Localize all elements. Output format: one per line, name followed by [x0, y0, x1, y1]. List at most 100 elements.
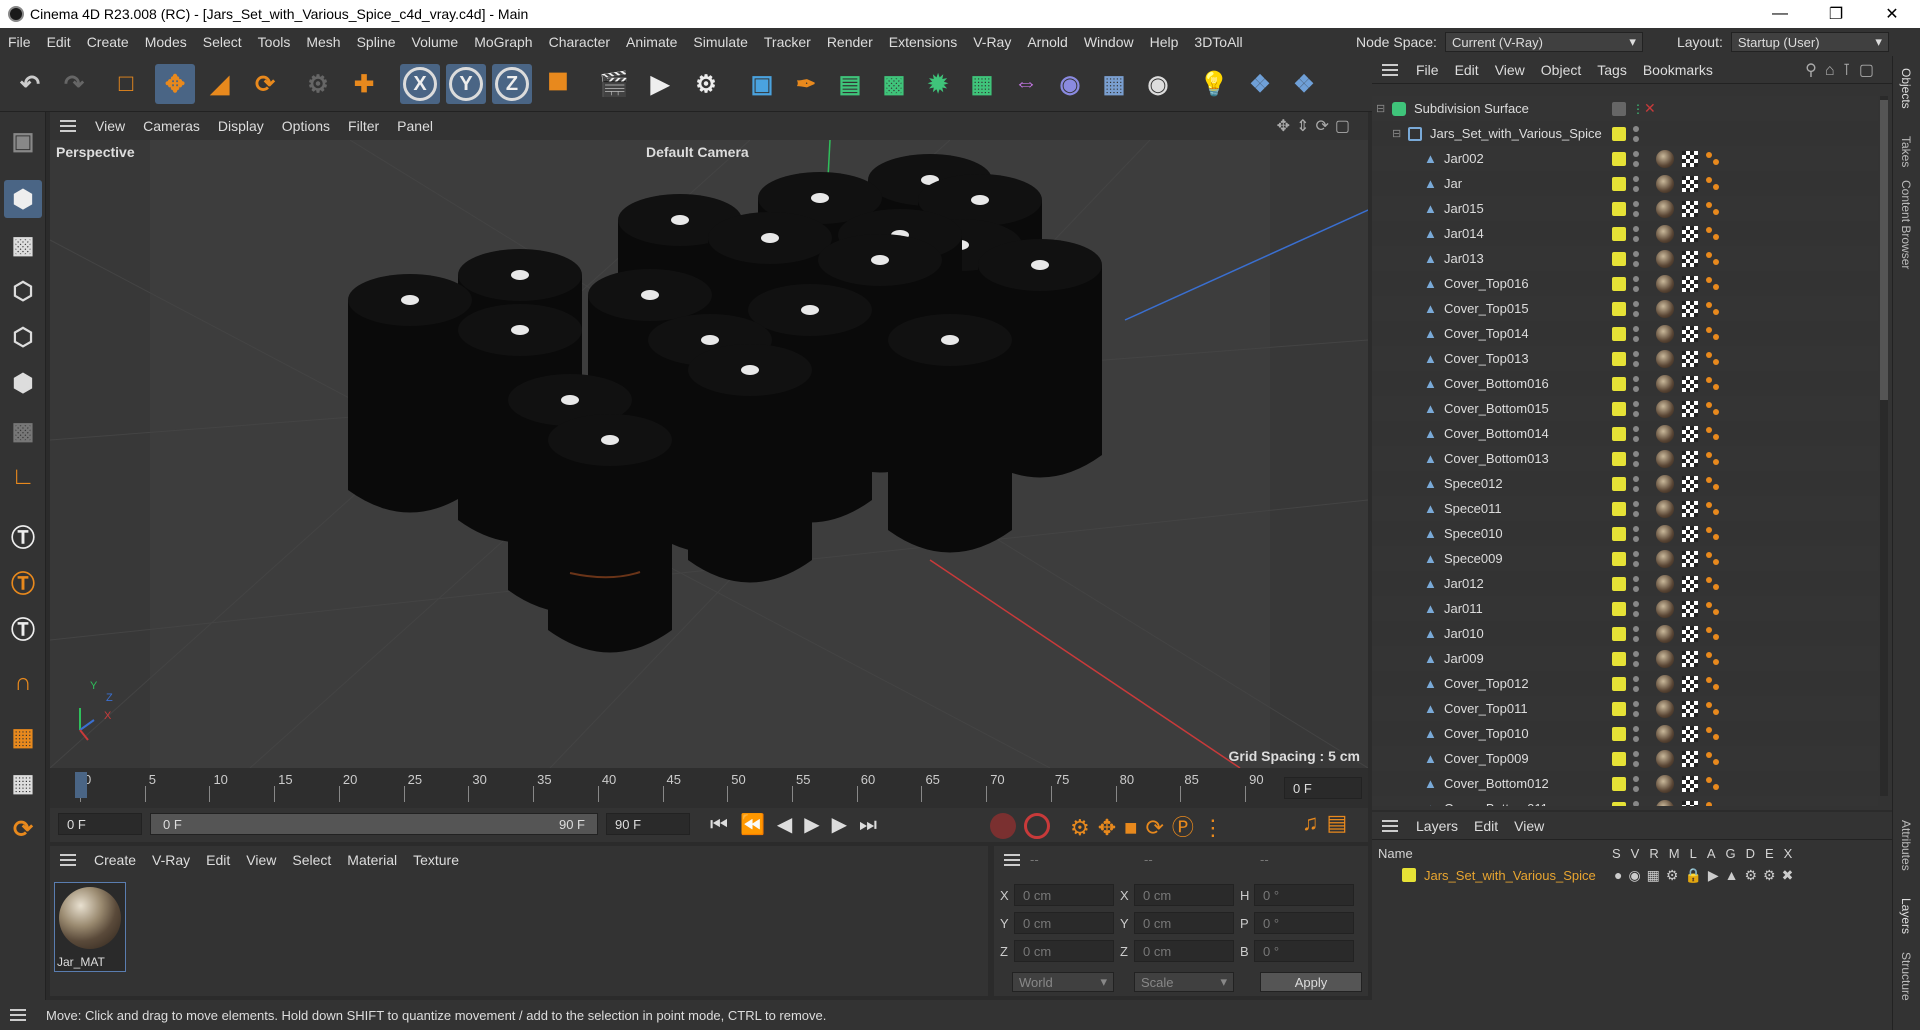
- material-tag-icon[interactable]: [1656, 374, 1674, 393]
- layer-color-tag[interactable]: [1612, 626, 1626, 641]
- object-row[interactable]: ▲ Cover_Top013: [1372, 346, 1878, 371]
- layer-color-tag[interactable]: [1612, 801, 1626, 806]
- visibility-dots-icon[interactable]: [1633, 500, 1639, 517]
- view-label[interactable]: Perspective: [56, 144, 135, 160]
- vray-tag-icon[interactable]: [1706, 476, 1720, 491]
- camera-button[interactable]: ◉: [1138, 64, 1178, 104]
- material-tag-icon[interactable]: [1656, 324, 1674, 343]
- object-name[interactable]: Cover_Top013: [1444, 351, 1529, 366]
- layer-menu-edit[interactable]: Edit: [1466, 818, 1506, 834]
- layer-color-tag[interactable]: [1612, 251, 1626, 266]
- camera-label[interactable]: Default Camera: [646, 144, 749, 160]
- menu-tools[interactable]: Tools: [250, 28, 299, 56]
- layer-color-tag[interactable]: [1612, 201, 1626, 216]
- texture-mode-button[interactable]: ▩: [4, 226, 42, 264]
- keyframe-tools[interactable]: ⚙✥■⟳Ⓟ⋮: [1070, 810, 1232, 842]
- object-row[interactable]: ▲ Cover_Bottom011: [1372, 796, 1878, 806]
- menu-mograph[interactable]: MoGraph: [466, 28, 540, 56]
- uvw-tag-icon[interactable]: [1682, 575, 1698, 592]
- visibility-dots-icon[interactable]: [1633, 375, 1639, 392]
- layer-color-tag[interactable]: [1612, 426, 1626, 441]
- visibility-dots-icon[interactable]: [1633, 450, 1639, 467]
- object-name[interactable]: Jar002: [1444, 151, 1484, 166]
- layer-menu-layers[interactable]: Layers: [1408, 818, 1466, 834]
- layer-flag-icons[interactable]: ●◉▦⚙🔒▶▲⚙⚙✖: [1614, 867, 1799, 884]
- material-menu-material[interactable]: Material: [339, 852, 405, 868]
- visibility-dots-icon[interactable]: [1633, 600, 1639, 617]
- layer-color-tag[interactable]: [1612, 126, 1626, 141]
- visibility-dots-icon[interactable]: [1633, 475, 1639, 492]
- collapse-icon[interactable]: ⊟: [1392, 127, 1401, 140]
- y-axis-lock-button[interactable]: Y: [446, 64, 486, 104]
- menu-mesh[interactable]: Mesh: [298, 28, 348, 56]
- material-tag-icon[interactable]: [1656, 249, 1674, 268]
- layer-color-tag[interactable]: [1612, 226, 1626, 241]
- material-menu-edit[interactable]: Edit: [198, 852, 238, 868]
- layer-name[interactable]: Jars_Set_with_Various_Spice: [1424, 868, 1596, 883]
- object-name[interactable]: Cover_Top016: [1444, 276, 1529, 291]
- cloner-button[interactable]: ✹: [918, 64, 958, 104]
- snap-settings-button[interactable]: Ⓣ: [4, 562, 42, 600]
- object-name[interactable]: Cover_Top009: [1444, 751, 1529, 766]
- vray-tag-icon[interactable]: [1706, 151, 1720, 166]
- uvw-tag-icon[interactable]: [1682, 325, 1698, 342]
- object-menu-tags[interactable]: Tags: [1589, 62, 1635, 78]
- uvw-tag-icon[interactable]: [1682, 425, 1698, 442]
- vray-tag-icon[interactable]: [1706, 526, 1720, 541]
- floor-button[interactable]: ▦: [1094, 64, 1134, 104]
- tab-content-browser[interactable]: Content Browser: [1899, 180, 1913, 269]
- subdivision-button[interactable]: ▤: [830, 64, 870, 104]
- layer-color-tag[interactable]: [1612, 401, 1626, 416]
- object-row[interactable]: ▲ Jar011: [1372, 596, 1878, 621]
- end-frame-field[interactable]: 90 F: [606, 813, 690, 835]
- material-tag-icon[interactable]: [1656, 749, 1674, 768]
- size-mode-select[interactable]: Scale ▾: [1134, 972, 1234, 992]
- layer-color-tag[interactable]: [1612, 726, 1626, 741]
- object-row[interactable]: ▲ Cover_Bottom014: [1372, 421, 1878, 446]
- vray-tag-icon[interactable]: [1706, 401, 1720, 416]
- object-row[interactable]: ▲ Jar012: [1372, 571, 1878, 596]
- material-tag-icon[interactable]: [1656, 349, 1674, 368]
- object-row[interactable]: ▲ Cover_Bottom013: [1372, 446, 1878, 471]
- material-tag-icon[interactable]: [1656, 624, 1674, 643]
- visibility-dots-icon[interactable]: [1633, 575, 1639, 592]
- playhead[interactable]: [75, 772, 87, 798]
- menu-select[interactable]: Select: [195, 28, 250, 56]
- vray-tag-icon[interactable]: [1706, 376, 1720, 391]
- object-row[interactable]: ▲ Jar002: [1372, 146, 1878, 171]
- vray-tag-icon[interactable]: [1706, 201, 1720, 216]
- size-z-field[interactable]: 0 cm: [1134, 940, 1234, 962]
- object-name[interactable]: Jar015: [1444, 201, 1484, 216]
- magnet-button[interactable]: ∩: [4, 664, 42, 702]
- visibility-dots-icon[interactable]: [1633, 625, 1639, 642]
- object-row[interactable]: ▲ Spece010: [1372, 521, 1878, 546]
- render-settings-button[interactable]: ⚙: [686, 64, 726, 104]
- menu-character[interactable]: Character: [541, 28, 618, 56]
- visibility-dots-icon[interactable]: [1633, 775, 1639, 792]
- material-menu-select[interactable]: Select: [284, 852, 339, 868]
- uvw-tag-icon[interactable]: [1682, 300, 1698, 317]
- menu-create[interactable]: Create: [79, 28, 137, 56]
- hamburger-icon[interactable]: [60, 120, 76, 132]
- visibility-dots-icon[interactable]: [1633, 250, 1639, 267]
- vray-tag-icon[interactable]: [1706, 701, 1720, 716]
- material-tag-icon[interactable]: [1656, 599, 1674, 618]
- recent-tools-button[interactable]: ⚙: [298, 64, 338, 104]
- layer-color-tag[interactable]: [1612, 476, 1626, 491]
- python-button[interactable]: ❖: [1240, 64, 1280, 104]
- material-swatch[interactable]: Jar_MAT: [54, 882, 126, 972]
- menu-animate[interactable]: Animate: [618, 28, 685, 56]
- material-tag-icon[interactable]: [1656, 524, 1674, 543]
- layer-color-tag[interactable]: [1612, 751, 1626, 766]
- object-row[interactable]: ▲ Jar009: [1372, 646, 1878, 671]
- uvw-tag-icon[interactable]: [1682, 725, 1698, 742]
- material-menu-view[interactable]: View: [238, 852, 284, 868]
- material-menu-vray[interactable]: V-Ray: [144, 852, 198, 868]
- close-icon[interactable]: ✕: [1864, 0, 1920, 28]
- object-name[interactable]: Cover_Bottom014: [1444, 426, 1549, 441]
- vray-tag-icon[interactable]: [1706, 501, 1720, 516]
- visibility-dots-icon[interactable]: [1633, 125, 1639, 142]
- scrollbar-thumb[interactable]: [1880, 100, 1888, 400]
- hamburger-icon[interactable]: [1382, 63, 1398, 76]
- extrude-button[interactable]: ▩: [874, 64, 914, 104]
